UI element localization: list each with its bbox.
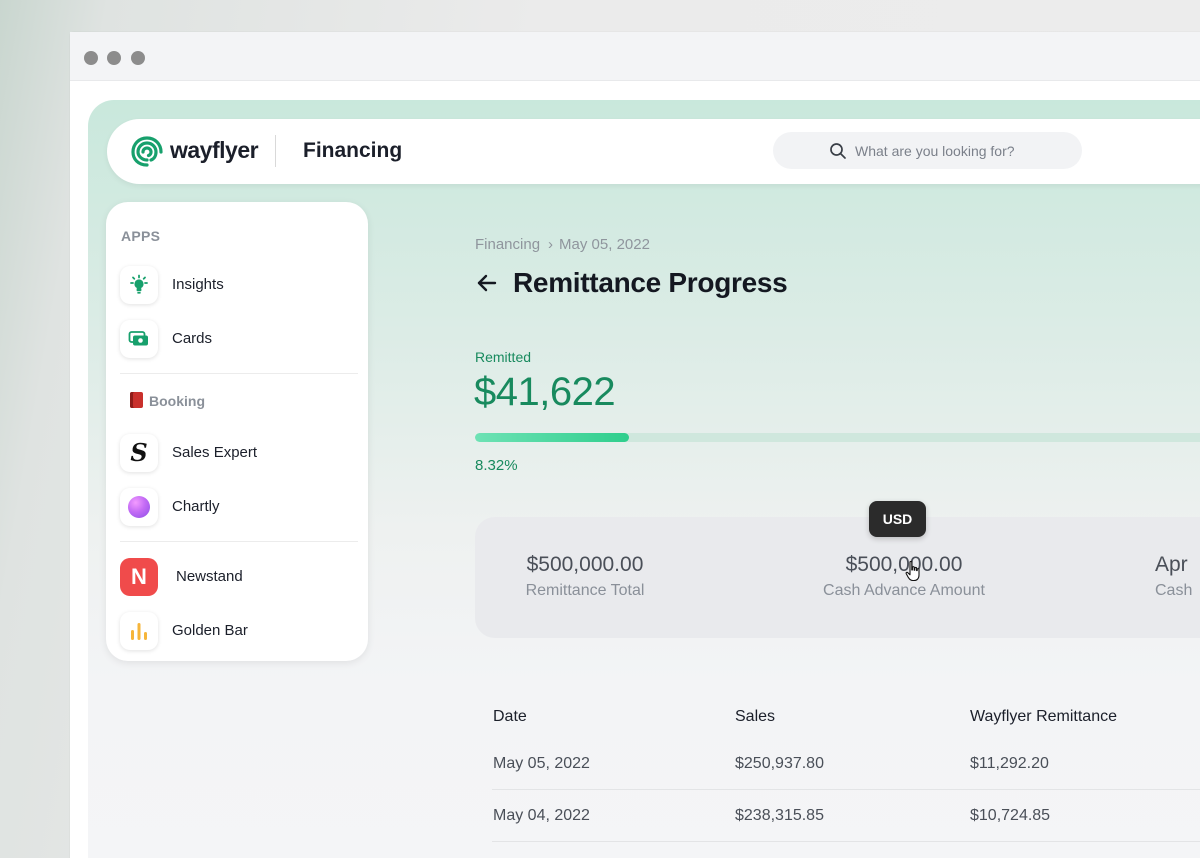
table-cell-sales: $238,315.85 <box>735 807 824 824</box>
sidebar-divider <box>120 541 358 542</box>
search-icon <box>830 143 846 159</box>
window-titlebar <box>70 32 1200 81</box>
chevron-right-icon: › <box>548 236 554 253</box>
sidebar-item-label: Cards <box>172 330 213 347</box>
breadcrumb: Financing › May 05, 2022 <box>475 236 650 253</box>
apps-heading: APPS <box>121 228 161 244</box>
stats-card: $500,000.00 Remittance Total $500,000.00… <box>475 517 1200 638</box>
brand-name: wayflyer <box>170 137 259 163</box>
currency-tooltip: USD <box>869 501 926 537</box>
table-cell-date: May 04, 2022 <box>493 807 590 824</box>
page-title: Remittance Progress <box>513 267 788 298</box>
booking-label: Booking <box>149 393 205 409</box>
table-cell-remittance: $11,292.20 <box>970 755 1049 772</box>
lightbulb-icon <box>120 266 158 304</box>
sales-expert-logo-icon: S <box>120 434 158 472</box>
table-cell-sales: $250,937.80 <box>735 755 824 772</box>
table-row[interactable]: May 05, 2022 $250,937.80 $11,292.20 <box>493 755 1200 807</box>
table-row[interactable]: May 04, 2022 $238,315.85 $10,724.85 <box>493 807 1200 858</box>
stat-label: Cash <box>1155 582 1193 599</box>
column-header-sales: Sales <box>735 708 776 725</box>
wayflyer-logo-icon[interactable] <box>129 134 165 170</box>
newstand-logo-icon: N <box>120 558 158 596</box>
stat-remittance-total: $500,000.00 Remittance Total <box>499 553 671 600</box>
apps-sidebar: APPS Insights Cards Booking S Sales Expe… <box>106 202 368 661</box>
sidebar-item-label: Golden Bar <box>172 622 248 639</box>
sidebar-item-newstand[interactable]: N Newstand <box>120 558 356 596</box>
chartly-orb-icon <box>120 488 158 526</box>
book-icon <box>130 392 143 408</box>
remitted-label: Remitted <box>475 349 532 365</box>
remittance-progress-fill <box>475 433 629 442</box>
header-divider <box>275 135 276 167</box>
row-divider <box>492 789 1200 790</box>
sidebar-item-label: Insights <box>172 276 224 293</box>
remitted-percent: 8.32% <box>475 457 518 474</box>
hand-pointer-icon <box>905 560 920 582</box>
breadcrumb-current: May 05, 2022 <box>559 236 650 253</box>
search-input[interactable] <box>855 132 1065 169</box>
window-close-dot[interactable] <box>84 51 98 65</box>
window-minimize-dot[interactable] <box>107 51 121 65</box>
sidebar-item-insights[interactable]: Insights <box>120 266 356 304</box>
stat-label: Cash Advance Amount <box>823 582 985 599</box>
sidebar-divider <box>120 373 358 374</box>
stat-value: $500,000.00 <box>526 553 644 576</box>
stat-cash-truncated: Apr Cash <box>1155 553 1200 600</box>
table-cell-date: May 05, 2022 <box>493 755 590 772</box>
sidebar-item-chartly[interactable]: Chartly <box>120 488 356 526</box>
stat-value: Apr <box>1155 553 1188 576</box>
remitted-amount: $41,622 <box>474 370 616 414</box>
row-divider <box>492 841 1200 842</box>
cards-icon <box>120 320 158 358</box>
column-header-remittance: Wayflyer Remittance <box>970 708 1117 725</box>
sidebar-item-golden-bar[interactable]: Golden Bar <box>120 612 356 650</box>
stat-label: Remittance Total <box>525 582 645 599</box>
remittance-progress-bar <box>475 433 1200 442</box>
sidebar-item-sales-expert[interactable]: S Sales Expert <box>120 434 356 472</box>
bar-chart-icon <box>120 612 158 650</box>
sidebar-item-label: Newstand <box>176 568 243 585</box>
table-cell-remittance: $10,724.85 <box>970 807 1051 824</box>
column-header-date: Date <box>493 708 527 725</box>
search-bar[interactable] <box>773 132 1082 169</box>
back-arrow-icon[interactable] <box>475 271 499 295</box>
sidebar-item-label: Chartly <box>172 498 220 515</box>
sidebar-item-label: Sales Expert <box>172 444 258 461</box>
breadcrumb-parent-link[interactable]: Financing <box>475 236 540 253</box>
booking-group-label: Booking <box>130 392 205 409</box>
section-title: Financing <box>303 139 403 162</box>
window-maximize-dot[interactable] <box>131 51 145 65</box>
top-bar: wayflyer Financing <box>107 119 1200 184</box>
sidebar-item-cards[interactable]: Cards <box>120 320 356 358</box>
